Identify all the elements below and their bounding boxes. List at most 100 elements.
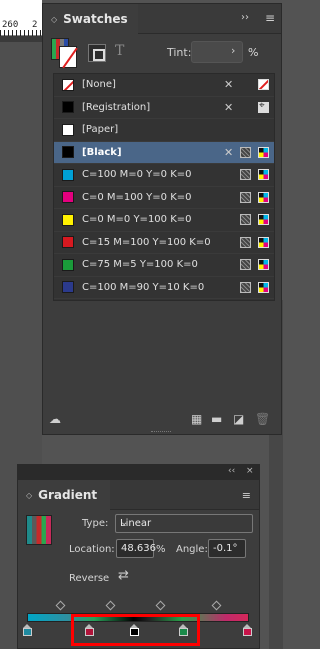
process-color-icon	[240, 191, 251, 203]
magenta-swatch-icon	[62, 191, 74, 204]
swatch-row-none[interactable]: [None] ✕	[54, 74, 274, 97]
cmyk-mode-icon	[258, 259, 269, 270]
process-color-icon	[240, 214, 251, 225]
cc-libraries-icon[interactable]: ☁	[49, 412, 61, 426]
panel-resize-handle[interactable]	[151, 431, 171, 434]
swatches-toolbar: T Tint: › %	[43, 34, 281, 72]
swatch-row-yellow[interactable]: C=0 M=0 Y=100 K=0	[54, 209, 274, 232]
cyan-swatch-icon	[62, 168, 74, 181]
collapse-panel-icon[interactable]: ‹‹	[228, 466, 235, 476]
ruler-label: 260	[2, 20, 19, 30]
swatch-name: C=100 M=90 Y=10 K=0	[82, 281, 205, 293]
no-edit-pencil-icon: ✕	[224, 145, 234, 159]
gradient-preview-swatch[interactable]	[26, 515, 52, 545]
collapse-panel-icon[interactable]: ››	[241, 12, 249, 23]
blue-swatch-icon	[62, 281, 74, 294]
stop-color-icon	[243, 628, 252, 636]
swatch-name: C=0 M=0 Y=100 K=0	[82, 214, 192, 226]
swatch-name: C=15 M=100 Y=100 K=0	[82, 236, 211, 248]
type-label: Type:	[82, 518, 109, 529]
midpoint-track	[27, 600, 253, 611]
cmyk-mode-icon	[258, 191, 269, 203]
swatch-name: [None]	[82, 79, 116, 91]
location-unit: %	[156, 544, 166, 555]
reverse-gradient-icon[interactable]: ⇄	[118, 568, 136, 586]
tab-swatches[interactable]: ◇ Swatches	[43, 4, 138, 34]
formatting-affects-container-button[interactable]	[88, 44, 106, 62]
cmyk-mode-icon	[258, 146, 269, 158]
swatch-name: C=75 M=5 Y=100 K=0	[82, 259, 198, 271]
midpoint-diamond-icon[interactable]	[105, 600, 116, 611]
cmyk-mode-icon	[258, 214, 269, 225]
swatch-name: [Paper]	[82, 124, 119, 136]
gradient-stop[interactable]	[23, 624, 32, 636]
stroke-swatch-icon	[59, 46, 77, 68]
process-color-icon	[240, 281, 251, 293]
tint-unit: %	[248, 46, 259, 59]
swatch-name: [Black]	[82, 146, 122, 158]
angle-label: Angle:	[176, 544, 208, 555]
process-color-icon	[240, 236, 251, 248]
swatch-row-green[interactable]: C=75 M=5 Y=100 K=0	[54, 254, 274, 277]
swatch-row-magenta[interactable]: C=0 M=100 Y=0 K=0	[54, 187, 274, 209]
cmyk-mode-icon	[258, 236, 269, 248]
tab-collapse-arrows-icon: ◇	[51, 14, 58, 24]
swatch-row-registration[interactable]: [Registration] ✕	[54, 97, 274, 119]
tab-title: Swatches	[63, 12, 128, 26]
location-input[interactable]: 48.636	[116, 539, 156, 558]
ruler-label: 2	[32, 20, 38, 30]
swatch-list[interactable]: [None] ✕ [Registration] ✕ [Paper] [Black…	[53, 73, 275, 301]
process-color-icon	[240, 169, 251, 180]
gradient-header-strip: ‹‹ ×	[18, 465, 259, 480]
reverse-label: Reverse	[69, 573, 110, 584]
horizontal-ruler: 260 2	[0, 0, 42, 36]
tint-popup-arrow-icon[interactable]: ›	[231, 44, 235, 57]
cmyk-mode-icon	[258, 169, 269, 180]
new-color-group-icon[interactable]: ▬	[211, 412, 222, 426]
location-label: Location:	[69, 544, 115, 555]
midpoint-diamond-icon[interactable]	[55, 600, 66, 611]
fill-stroke-proxy[interactable]	[51, 38, 77, 68]
swatch-name: C=100 M=0 Y=0 K=0	[82, 169, 192, 181]
process-color-icon	[240, 259, 251, 270]
no-edit-pencil-icon: ✕	[224, 78, 234, 91]
close-panel-icon[interactable]: ×	[246, 466, 254, 476]
swatch-row-black[interactable]: [Black] ✕	[54, 141, 274, 164]
tab-collapse-arrows-icon: ◇	[26, 490, 33, 500]
angle-input[interactable]: -0.1°	[208, 539, 246, 558]
no-edit-pencil-icon: ✕	[224, 100, 234, 114]
gradient-type-select[interactable]: Linear ⌄	[115, 514, 253, 533]
delete-swatch-icon[interactable]: 🗑	[255, 412, 270, 426]
none-swatch-icon	[62, 78, 74, 91]
tint-label: Tint:	[167, 46, 192, 59]
panel-menu-icon[interactable]: ≡	[265, 11, 275, 25]
stop-color-icon	[23, 628, 32, 636]
highlight-annotation	[71, 614, 200, 646]
swatch-row-cyan[interactable]: C=100 M=0 Y=0 K=0	[54, 164, 274, 187]
swatch-row-blue[interactable]: C=100 M=90 Y=10 K=0	[54, 277, 274, 299]
swatch-row-paper[interactable]: [Paper]	[54, 119, 274, 142]
swatches-panel: ◇ Swatches ›› ≡ T Tint: › % [None] ✕ [Re…	[42, 3, 282, 435]
tab-title: Gradient	[38, 488, 98, 502]
swatches-tabbar: ◇ Swatches ›› ≡	[43, 4, 281, 34]
gradient-stop[interactable]	[243, 624, 252, 636]
midpoint-diamond-icon[interactable]	[155, 600, 166, 611]
midpoint-diamond-icon[interactable]	[211, 600, 222, 611]
none-mode-icon	[258, 79, 269, 90]
yellow-swatch-icon	[62, 213, 74, 226]
chevron-down-icon: ⌄	[120, 517, 129, 528]
swatch-views-icon[interactable]: ▦	[191, 412, 202, 426]
cmyk-mode-icon	[258, 281, 269, 293]
panel-menu-icon[interactable]: ≡	[242, 489, 251, 502]
paper-swatch-icon	[62, 123, 74, 136]
tab-gradient[interactable]: ◇ Gradient	[18, 480, 110, 510]
formatting-affects-text-button[interactable]: T	[115, 43, 124, 59]
swatch-name: [Registration]	[82, 101, 151, 113]
process-color-icon	[240, 146, 251, 158]
new-swatch-icon[interactable]: ◪	[233, 412, 244, 426]
red-swatch-icon	[62, 236, 74, 249]
black-swatch-icon	[62, 146, 74, 159]
swatch-row-red[interactable]: C=15 M=100 Y=100 K=0	[54, 232, 274, 254]
swatches-bottom-bar: ☁ ▦ ▬ ◪ 🗑	[43, 404, 281, 434]
swatch-name: C=0 M=100 Y=0 K=0	[82, 191, 192, 203]
